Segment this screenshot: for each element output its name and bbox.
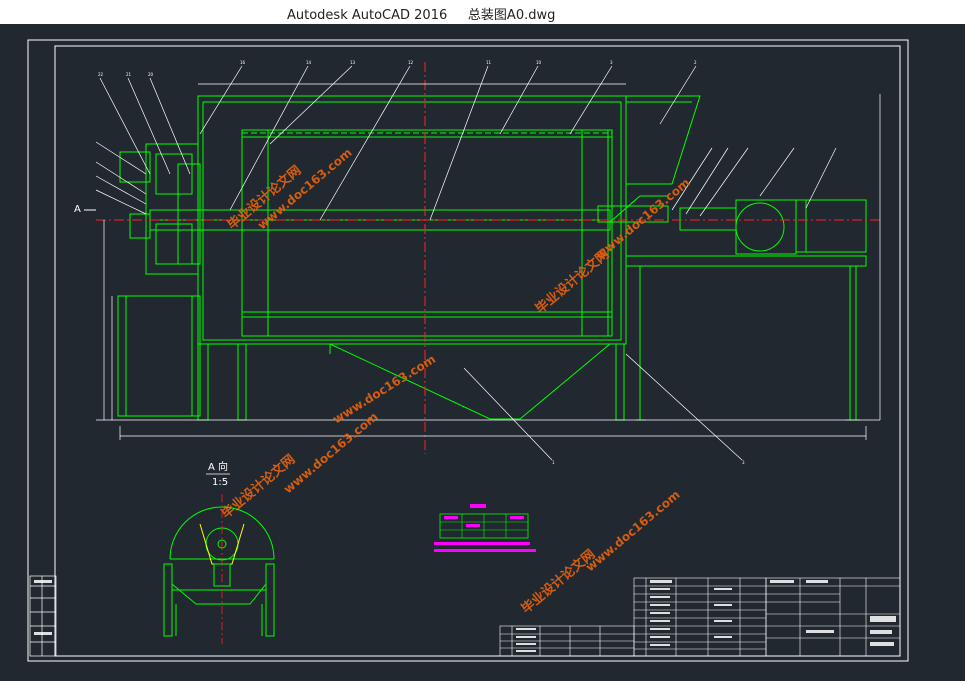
svg-text:www.doc163.com: www.doc163.com — [330, 352, 438, 427]
drawing-canvas[interactable]: 22 21 20 16 14 13 12 11 10 3 2 1 3 A 毕业设… — [0, 24, 965, 681]
centerlines — [96, 62, 880, 454]
svg-text:1: 1 — [552, 460, 555, 465]
title-bar: Autodesk AutoCAD 2016 总装图A0.dwg — [0, 0, 965, 24]
svg-text:16: 16 — [240, 60, 246, 65]
parameter-table — [434, 504, 536, 552]
front-view — [117, 95, 867, 421]
svg-text:3: 3 — [610, 60, 613, 65]
window-title: Autodesk AutoCAD 2016 总装图A0.dwg — [287, 8, 556, 23]
svg-text:14: 14 — [306, 60, 312, 65]
svg-text:11: 11 — [486, 60, 492, 65]
svg-text:10: 10 — [536, 60, 542, 65]
svg-text:22: 22 — [98, 72, 104, 77]
balloon-labels: 22 21 20 16 14 13 12 11 10 3 2 1 3 — [98, 60, 745, 465]
svg-text:3: 3 — [742, 460, 745, 465]
svg-text:www.doc163.com: www.doc163.com — [583, 487, 683, 574]
view-label: A 向 — [208, 460, 228, 473]
section-marker: A — [74, 204, 81, 215]
svg-text:12: 12 — [408, 60, 414, 65]
revision-block — [29, 575, 57, 657]
svg-text:13: 13 — [350, 60, 356, 65]
svg-text:21: 21 — [126, 72, 132, 77]
title-block-fills — [34, 580, 896, 652]
view-scale: 1:5 — [212, 477, 228, 488]
svg-text:www.doc163.com: www.doc163.com — [281, 409, 381, 496]
svg-text:2: 2 — [694, 60, 697, 65]
leader-lines — [95, 65, 837, 461]
watermarks: 毕业设计论文网 www.doc163.com 毕业设计论文网 www.doc16… — [218, 145, 692, 617]
drawing-viewport[interactable]: 22 21 20 16 14 13 12 11 10 3 2 1 3 A 毕业设… — [0, 24, 965, 681]
svg-text:毕业设计论文网: 毕业设计论文网 — [518, 546, 598, 617]
svg-text:20: 20 — [148, 72, 154, 77]
end-view — [163, 506, 275, 637]
